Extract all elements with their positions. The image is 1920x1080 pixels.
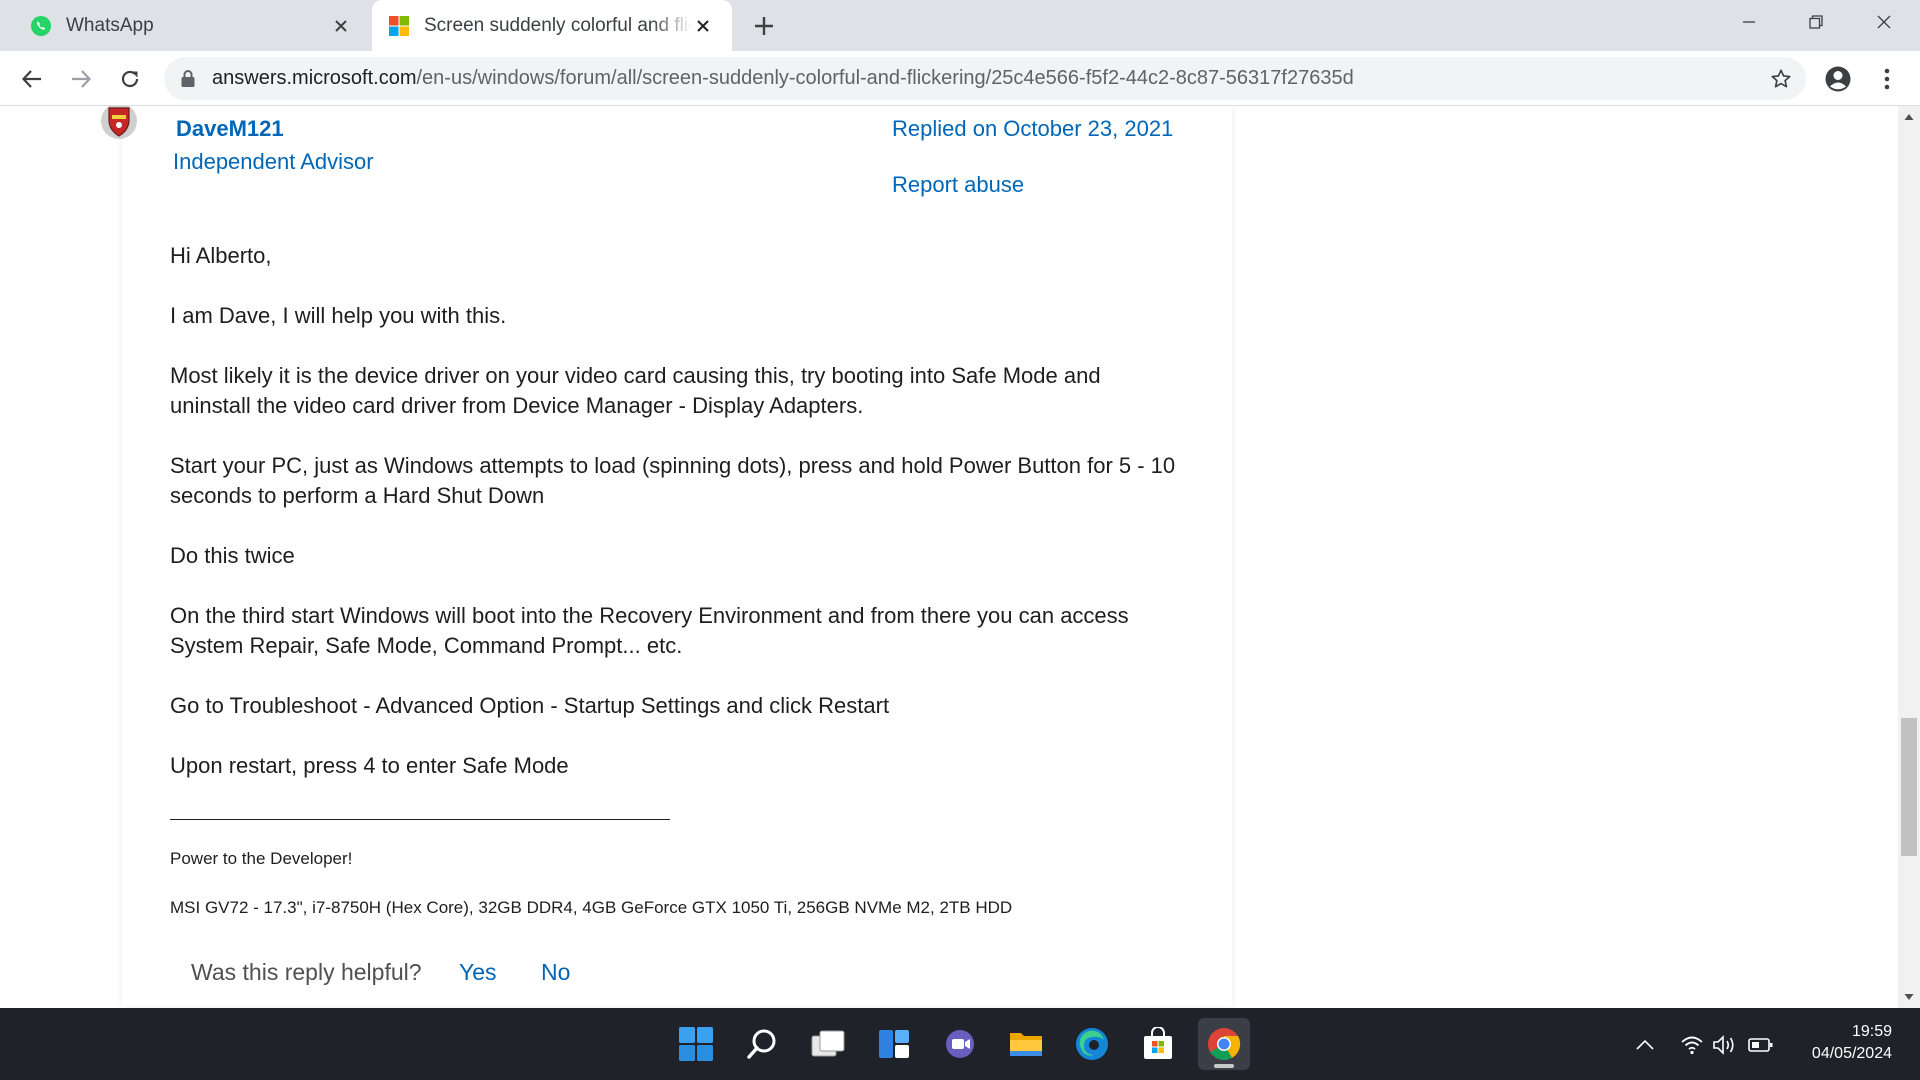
chrome-icon	[1208, 1028, 1241, 1061]
plus-icon	[755, 17, 773, 35]
search-button[interactable]	[736, 1018, 788, 1070]
windows-taskbar: 19:59 04/05/2024	[0, 1008, 1920, 1080]
clock-time: 19:59	[1851, 1023, 1892, 1040]
reply-paragraph: Most likely it is the device driver on y…	[170, 363, 1101, 418]
url-path: /en-us/windows/forum/all/screen-suddenly…	[416, 67, 1354, 89]
close-icon	[1877, 15, 1891, 29]
tab-whatsapp[interactable]: WhatsApp	[10, 0, 370, 51]
signature-divider	[170, 819, 670, 820]
reply-date[interactable]: Replied on October 23, 2021	[892, 116, 1173, 142]
triangle-up-icon	[1904, 114, 1914, 120]
minimize-icon	[1743, 21, 1755, 23]
task-view-icon	[811, 1030, 845, 1057]
star-icon	[1771, 69, 1791, 88]
start-icon	[679, 1027, 713, 1061]
reply-paragraph: Hi Alberto,	[170, 243, 272, 268]
close-icon[interactable]	[692, 15, 714, 37]
close-icon[interactable]	[330, 15, 352, 37]
restore-button[interactable]	[1785, 0, 1847, 44]
reply-paragraph: Go to Troubleshoot - Advanced Option - S…	[170, 693, 890, 718]
file-explorer-button[interactable]	[1000, 1018, 1052, 1070]
url-host: answers.microsoft.com	[212, 67, 417, 89]
edge-icon	[1076, 1028, 1108, 1060]
more-vert-icon	[1884, 68, 1890, 90]
tab-title: Screen suddenly colorful and flickering	[424, 14, 692, 36]
helpful-no-button[interactable]: No	[541, 959, 570, 986]
arrow-left-icon	[21, 70, 41, 88]
bookmark-button[interactable]	[1766, 64, 1796, 94]
scroll-down-button[interactable]	[1898, 988, 1920, 1006]
battery-icon	[1748, 1038, 1773, 1052]
signature-specs: MSI GV72 - 17.3", i7-8750H (Hex Core), 3…	[170, 898, 1013, 917]
chevron-up-icon	[1636, 1039, 1654, 1050]
show-hidden-icons-button[interactable]	[1632, 1032, 1658, 1058]
wifi-status[interactable]	[1679, 1032, 1705, 1058]
triangle-down-icon	[1904, 994, 1914, 1000]
system-clock[interactable]: 19:59 04/05/2024	[1782, 1021, 1892, 1065]
avatar	[101, 106, 137, 139]
teams-chat-icon	[946, 1030, 974, 1058]
reply-paragraph: Upon restart, press 4 to enter Safe Mode	[170, 753, 569, 778]
address-bar[interactable]: answers.microsoft.com/en-us/windows/foru…	[164, 57, 1806, 100]
back-button[interactable]	[16, 63, 48, 95]
signature-motto: Power to the Developer!	[170, 849, 353, 868]
whatsapp-icon	[31, 15, 51, 36]
menu-button[interactable]	[1871, 63, 1903, 95]
report-abuse-link[interactable]: Report abuse	[892, 172, 1024, 198]
scroll-up-button[interactable]	[1898, 108, 1920, 126]
tab-title: WhatsApp	[66, 14, 154, 36]
page-scrollbar[interactable]	[1898, 106, 1920, 1008]
page-viewport: DaveM121 Independent Advisor Replied on …	[0, 106, 1898, 1008]
lock-icon	[181, 70, 195, 87]
author-name[interactable]: DaveM121	[176, 116, 284, 142]
chrome-button[interactable]	[1198, 1018, 1250, 1070]
reply-paragraph: I am Dave, I will help you with this.	[170, 303, 507, 328]
reply-paragraph: Do this twice	[170, 543, 295, 568]
search-icon	[747, 1029, 776, 1059]
reply-paragraph: Start your PC, just as Windows attempts …	[170, 453, 1176, 508]
volume-icon	[1713, 1035, 1734, 1055]
start-button[interactable]	[670, 1018, 722, 1070]
account-icon	[1825, 66, 1851, 92]
edge-button[interactable]	[1066, 1018, 1118, 1070]
forward-button[interactable]	[65, 63, 97, 95]
browser-tab-strip: WhatsApp Screen suddenly colorful and fl…	[0, 0, 1920, 51]
file-explorer-icon	[1010, 1033, 1042, 1056]
widgets-icon	[879, 1030, 909, 1058]
store-button[interactable]	[1132, 1018, 1184, 1070]
new-tab-button[interactable]	[749, 11, 779, 41]
wifi-icon	[1681, 1036, 1703, 1055]
close-window-button[interactable]	[1853, 0, 1915, 44]
active-app-indicator	[1214, 1064, 1234, 1068]
url-text[interactable]: answers.microsoft.com/en-us/windows/foru…	[212, 57, 1354, 100]
profile-button[interactable]	[1822, 63, 1854, 95]
widgets-button[interactable]	[868, 1018, 920, 1070]
arrow-right-icon	[72, 70, 92, 88]
restore-icon	[1809, 15, 1823, 29]
clock-date: 04/05/2024	[1811, 1045, 1892, 1062]
minimize-button[interactable]	[1718, 0, 1780, 44]
scroll-thumb[interactable]	[1901, 718, 1917, 856]
helpful-question: Was this reply helpful?	[191, 959, 422, 985]
battery-status[interactable]	[1748, 1032, 1774, 1058]
reload-icon	[121, 70, 139, 88]
helpful-yes-button[interactable]: Yes	[459, 959, 497, 986]
microsoft-icon	[389, 15, 409, 36]
teams-chat-button[interactable]	[934, 1018, 986, 1070]
task-view-button[interactable]	[802, 1018, 854, 1070]
tab-microsoft-answers[interactable]: Screen suddenly colorful and flickering	[372, 0, 732, 51]
reload-button[interactable]	[114, 63, 146, 95]
author-role[interactable]: Independent Advisor	[173, 149, 374, 175]
reply-paragraph: On the third start Windows will boot int…	[170, 603, 1129, 658]
store-icon	[1144, 1027, 1172, 1059]
volume-status[interactable]	[1712, 1032, 1738, 1058]
browser-toolbar: answers.microsoft.com/en-us/windows/foru…	[0, 51, 1920, 106]
